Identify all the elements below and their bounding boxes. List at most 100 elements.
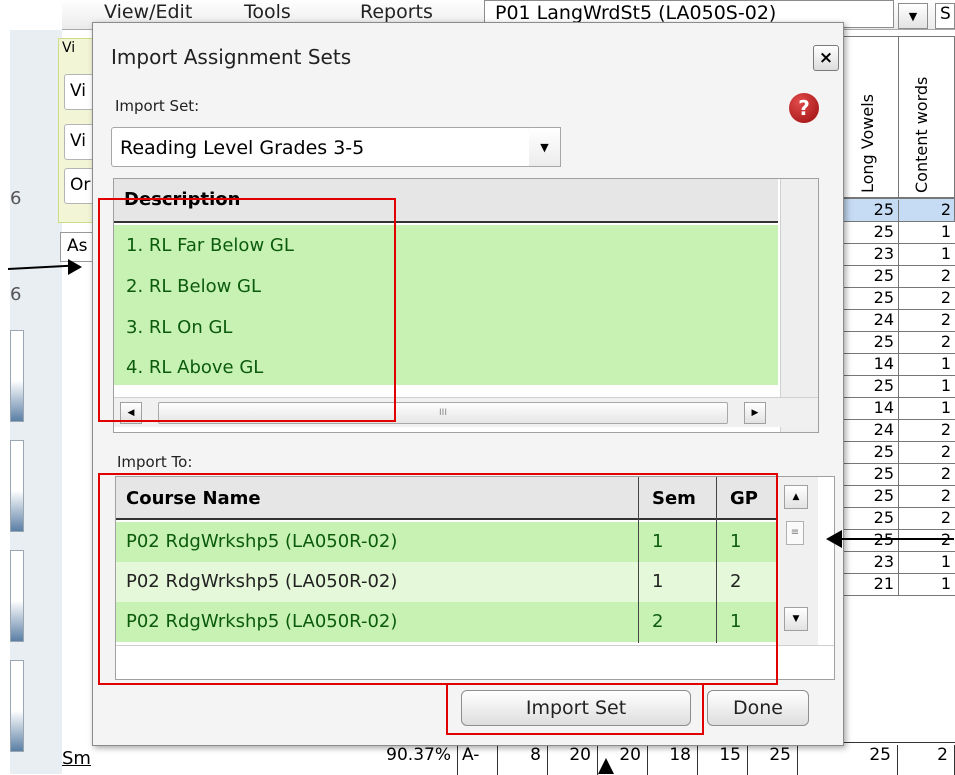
- help-icon[interactable]: ?: [789, 93, 819, 123]
- side-number: 6: [10, 188, 22, 209]
- score-cell[interactable]: 24: [841, 310, 899, 332]
- score-cell[interactable]: 14: [841, 398, 899, 420]
- highlight-import-button-box: [446, 683, 704, 735]
- score-cell[interactable]: 2: [899, 486, 955, 508]
- max-score-cell: 25: [841, 200, 899, 222]
- menu-reports[interactable]: Reports: [360, 1, 433, 23]
- score-cell[interactable]: 2: [899, 420, 955, 442]
- view-header-label: Vi: [62, 40, 76, 56]
- summary-cell: 15: [698, 745, 748, 775]
- table-row: 252: [840, 486, 955, 508]
- score-cell[interactable]: 1: [899, 244, 955, 266]
- table-row: 252: [840, 288, 955, 310]
- import-set-label: Import Set:: [115, 97, 200, 115]
- table-row: 23 1: [840, 552, 955, 574]
- summary-cell: 2: [898, 745, 955, 775]
- table-row: 24 2: [840, 420, 955, 442]
- student-card[interactable]: [10, 330, 24, 422]
- score-cell[interactable]: 25: [841, 222, 899, 244]
- table-row: 21 1: [840, 574, 955, 596]
- summary-label: Sm: [62, 748, 91, 769]
- score-cell[interactable]: 14: [841, 354, 899, 376]
- summary-cell: 90.37%: [350, 745, 458, 775]
- highlight-description-box: [98, 198, 396, 422]
- summary-cell: 20: [548, 745, 598, 775]
- table-row: 25 1: [840, 376, 955, 398]
- score-cell[interactable]: 2: [899, 530, 955, 552]
- score-cell[interactable]: 2: [899, 442, 955, 464]
- done-button[interactable]: Done: [707, 690, 809, 726]
- max-score-cell: 2: [899, 200, 955, 222]
- score-cell[interactable]: 2: [899, 288, 955, 310]
- student-card[interactable]: [10, 660, 24, 752]
- import-to-label: Import To:: [117, 453, 193, 471]
- score-cell[interactable]: 23: [841, 244, 899, 266]
- table-row: 25 1: [840, 222, 955, 244]
- chevron-down-icon[interactable]: ▼: [529, 127, 561, 167]
- summary-cell: 18: [648, 745, 698, 775]
- score-cell[interactable]: 2: [899, 332, 955, 354]
- score-cell[interactable]: 1: [899, 552, 955, 574]
- score-cell[interactable]: 23: [841, 552, 899, 574]
- scroll-thumb[interactable]: ≡: [786, 521, 804, 545]
- summary-cell: A-: [458, 745, 498, 775]
- dialog-title: Import Assignment Sets: [111, 45, 352, 69]
- score-cell[interactable]: 25: [841, 530, 899, 552]
- table-row: 252: [840, 332, 955, 354]
- table-row: 14 1: [840, 398, 955, 420]
- summary-cell: 8: [498, 745, 548, 775]
- score-cell[interactable]: 1: [899, 376, 955, 398]
- arrow-head-icon: [826, 530, 842, 548]
- close-button[interactable]: ×: [813, 45, 839, 71]
- score-cell[interactable]: 2: [899, 266, 955, 288]
- score-cell[interactable]: 24: [841, 420, 899, 442]
- table-row: 23 1: [840, 244, 955, 266]
- summary-cell: 25: [748, 745, 798, 775]
- table-row: 252: [840, 508, 955, 530]
- column-header-long-vowels[interactable]: Long Vowels: [858, 94, 877, 193]
- table-row: 24 2: [840, 310, 955, 332]
- table-row: 252: [840, 530, 955, 552]
- annotation-arrow: [842, 538, 954, 540]
- arrow-head-icon: [68, 259, 82, 275]
- score-cell[interactable]: 2: [899, 464, 955, 486]
- import-set-select[interactable]: Reading Level Grades 3-5: [111, 127, 531, 167]
- table-row: 252: [840, 442, 955, 464]
- score-cell[interactable]: 25: [841, 486, 899, 508]
- chevron-down-icon[interactable]: ▼: [898, 3, 928, 29]
- menu-view-edit[interactable]: View/Edit: [104, 1, 192, 23]
- score-cell[interactable]: 25: [841, 508, 899, 530]
- score-cell[interactable]: 25: [841, 332, 899, 354]
- vertical-scrollbar[interactable]: [780, 179, 818, 432]
- small-select[interactable]: S: [935, 3, 955, 29]
- column-header-content-words[interactable]: Content words: [912, 77, 931, 193]
- score-cell[interactable]: 21: [841, 574, 899, 596]
- menu-tools[interactable]: Tools: [244, 1, 291, 23]
- table-row: 252: [840, 266, 955, 288]
- side-number: 6: [10, 284, 22, 305]
- student-card[interactable]: [10, 550, 24, 642]
- student-card[interactable]: [10, 440, 24, 532]
- table-row: 252: [840, 464, 955, 486]
- score-cell[interactable]: 1: [899, 574, 955, 596]
- score-cell[interactable]: 1: [899, 398, 955, 420]
- scroll-down-icon[interactable]: ▼: [784, 607, 808, 631]
- score-cell[interactable]: 25: [841, 266, 899, 288]
- table-row: 14 1: [840, 354, 955, 376]
- score-cell[interactable]: 2: [899, 508, 955, 530]
- scroll-right-icon[interactable]: ▶: [744, 402, 766, 424]
- score-cell[interactable]: 1: [899, 354, 955, 376]
- score-cell[interactable]: 25: [841, 376, 899, 398]
- score-cell[interactable]: 25: [841, 288, 899, 310]
- summary-row: 90.37% A- 8 20 20 18 15 25 25 2: [350, 742, 955, 775]
- grid-max-row: 25 2: [840, 198, 955, 222]
- score-cell[interactable]: 25: [841, 442, 899, 464]
- summary-cell: 25: [840, 745, 898, 775]
- grid-header: Long Vowels Content words: [840, 36, 955, 199]
- score-cell[interactable]: 2: [899, 310, 955, 332]
- score-cell[interactable]: 1: [899, 222, 955, 244]
- highlight-import-to-box: [98, 473, 778, 685]
- score-cell[interactable]: 25: [841, 464, 899, 486]
- vertical-scrollbar[interactable]: ▲ ≡ ▼: [778, 477, 818, 645]
- scroll-up-icon[interactable]: ▲: [784, 485, 808, 509]
